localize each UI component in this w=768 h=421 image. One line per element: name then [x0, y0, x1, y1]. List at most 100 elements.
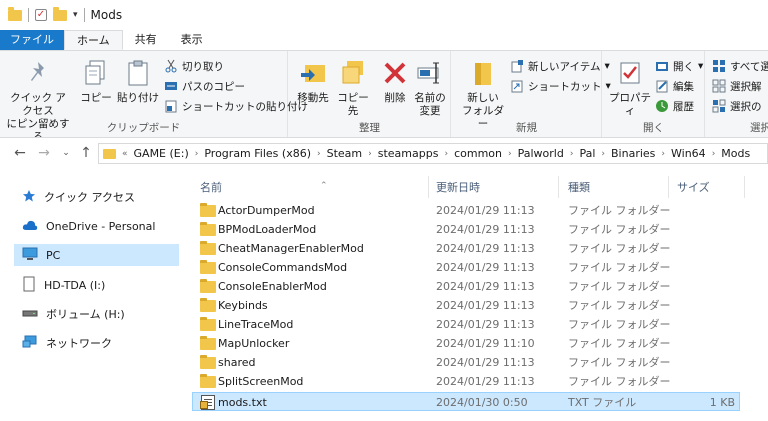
delete-label: 削除 [384, 92, 406, 104]
copy-to-button[interactable]: コピー先 [333, 57, 373, 118]
list-item[interactable]: CheatManagerEnablerMod 2024/01/29 11:13 … [192, 239, 740, 258]
breadcrumb-separator-icon[interactable]: › [444, 149, 448, 159]
column-divider[interactable] [558, 176, 559, 198]
quick-access-dropdown-icon[interactable]: ▾ [73, 10, 78, 20]
overflow-chevron-icon[interactable]: « [122, 149, 128, 159]
invert-selection-icon [712, 99, 726, 113]
address-bar[interactable]: « GAME (E:) › Program Files (x86) › Stea… [98, 143, 768, 164]
list-item[interactable]: ConsoleEnablerMod 2024/01/29 11:13 ファイル … [192, 277, 740, 296]
tab-share[interactable]: 共有 [123, 30, 169, 50]
file-date: 2024/01/29 11:13 [436, 204, 535, 217]
breadcrumb-binaries[interactable]: Binaries [611, 147, 655, 160]
invert-selection-button[interactable]: 選択の [712, 97, 762, 115]
list-item[interactable]: MapUnlocker 2024/01/29 11:10 ファイル フォルダー [192, 334, 740, 353]
new-item-label: 新しいアイテム [528, 60, 601, 73]
column-header-size[interactable]: サイズ [677, 178, 737, 198]
list-item[interactable]: ActorDumperMod 2024/01/29 11:13 ファイル フォル… [192, 201, 740, 220]
breadcrumb-separator-icon[interactable]: › [601, 149, 605, 159]
move-to-button[interactable]: 移動先 [293, 57, 333, 105]
breadcrumb-steamapps[interactable]: steamapps [378, 147, 439, 160]
breadcrumb-separator-icon[interactable]: › [508, 149, 512, 159]
list-item[interactable]: shared 2024/01/29 11:13 ファイル フォルダー [192, 353, 740, 372]
column-header-date[interactable]: 更新日時 [436, 178, 556, 198]
nav-item-pc[interactable]: PC [14, 244, 179, 266]
new-item-button[interactable]: 新しいアイテム ▾ [510, 57, 610, 75]
up-arrow-icon[interactable]: ↑ [76, 145, 96, 161]
select-group-label: 選択 [750, 122, 768, 134]
ribbon: クイック アクセス にピン留めする コピー 貼り付け 切り取り パスのコピー シ… [0, 50, 768, 138]
copy-path-icon [164, 79, 178, 93]
copy-button[interactable]: コピー [80, 57, 112, 105]
breadcrumb-palworld[interactable]: Palworld [518, 147, 564, 160]
nav-item-volume-h[interactable]: ボリューム (H:) [14, 303, 179, 325]
clipboard-group: クイック アクセス にピン留めする コピー 貼り付け 切り取り パスのコピー シ… [0, 51, 308, 137]
properties-icon [615, 57, 645, 89]
rename-icon [415, 57, 445, 89]
file-name: CheatManagerEnablerMod [218, 242, 364, 255]
list-item[interactable]: SplitScreenMod 2024/01/29 11:13 ファイル フォル… [192, 372, 740, 391]
list-item[interactable]: Keybinds 2024/01/29 11:13 ファイル フォルダー [192, 296, 740, 315]
tab-view[interactable]: 表示 [169, 30, 215, 50]
paste-shortcut-button[interactable]: ショートカットの貼り付け [164, 97, 308, 115]
breadcrumb-mods[interactable]: Mods [721, 147, 750, 160]
shortcut-button[interactable]: ショートカット ▾ [510, 77, 611, 95]
breadcrumb-separator-icon[interactable]: › [570, 149, 574, 159]
rename-button[interactable]: 名前の 変更 [413, 57, 447, 118]
select-all-button[interactable]: すべて選 [712, 57, 768, 75]
cut-label: 切り取り [182, 60, 224, 73]
file-type: ファイル フォルダー [568, 204, 671, 217]
window-title: Mods [90, 8, 123, 22]
breadcrumb-separator-icon[interactable]: › [661, 149, 665, 159]
forward-arrow-icon[interactable]: → [34, 145, 54, 161]
nav-item-onedrive[interactable]: OneDrive - Personal [14, 215, 179, 237]
column-header-name[interactable]: ⌃ 名前 [200, 178, 430, 198]
nav-item-label: OneDrive - Personal [46, 219, 156, 233]
properties-check-icon[interactable]: ✓ [35, 9, 47, 21]
folder-icon [200, 298, 216, 312]
breadcrumb-steam[interactable]: Steam [327, 147, 363, 160]
paste-button[interactable]: 貼り付け [116, 57, 160, 105]
quick-access-separator [28, 8, 29, 22]
back-arrow-icon[interactable]: ← [10, 145, 30, 161]
list-item[interactable]: LineTraceMod 2024/01/29 11:13 ファイル フォルダー [192, 315, 740, 334]
open-button[interactable]: 開く ▾ [655, 57, 703, 75]
breadcrumb-separator-icon[interactable]: › [368, 149, 372, 159]
move-to-label: 移動先 [297, 92, 329, 104]
breadcrumb-separator-icon[interactable]: › [317, 149, 321, 159]
sort-ascending-icon: ⌃ [320, 181, 328, 191]
file-date: 2024/01/30 0:50 [436, 396, 528, 409]
column-header-type[interactable]: 種類 [568, 178, 668, 198]
breadcrumb-separator-icon[interactable]: › [195, 149, 199, 159]
nav-item-network[interactable]: ネットワーク [14, 332, 179, 354]
breadcrumb-pal[interactable]: Pal [579, 147, 595, 160]
tab-file[interactable]: ファイル [0, 30, 64, 50]
delete-button[interactable]: 削除 [381, 57, 409, 105]
open-group: プロパティ 開く ▾ 編集 履歴 開く [603, 51, 705, 137]
new-folder-quick-icon[interactable] [53, 6, 67, 21]
recent-locations-chevron-icon[interactable]: ⌄ [56, 148, 76, 158]
cut-button[interactable]: 切り取り [164, 57, 224, 75]
text-file-icon [200, 395, 215, 410]
open-label: 開く [673, 60, 694, 73]
column-divider[interactable] [668, 176, 669, 198]
list-item[interactable]: ConsoleCommandsMod 2024/01/29 11:13 ファイル… [192, 258, 740, 277]
history-button[interactable]: 履歴 [655, 97, 694, 115]
breadcrumb-common[interactable]: common [454, 147, 502, 160]
open-group-label: 開く [643, 122, 664, 134]
file-date: 2024/01/29 11:13 [436, 299, 535, 312]
properties-button[interactable]: プロパティ [607, 57, 653, 118]
select-none-button[interactable]: 選択解 [712, 77, 762, 95]
edit-button[interactable]: 編集 [655, 77, 694, 95]
column-divider[interactable] [744, 176, 745, 198]
list-item-selected[interactable]: mods.txt 2024/01/30 0:50 TXT ファイル 1 KB [192, 392, 740, 411]
breadcrumb-separator-icon[interactable]: › [712, 149, 716, 159]
breadcrumb-program-files[interactable]: Program Files (x86) [204, 147, 311, 160]
breadcrumb-win64[interactable]: Win64 [671, 147, 706, 160]
nav-item-quick-access[interactable]: クイック アクセス [14, 186, 179, 208]
tab-home[interactable]: ホーム [64, 30, 123, 50]
copy-path-button[interactable]: パスのコピー [164, 77, 245, 95]
breadcrumb-game-drive[interactable]: GAME (E:) [134, 147, 189, 160]
list-item[interactable]: BPModLoaderMod 2024/01/29 11:13 ファイル フォル… [192, 220, 740, 239]
nav-item-hd-tda[interactable]: HD-TDA (I:) [14, 274, 179, 296]
column-divider[interactable] [428, 176, 429, 198]
